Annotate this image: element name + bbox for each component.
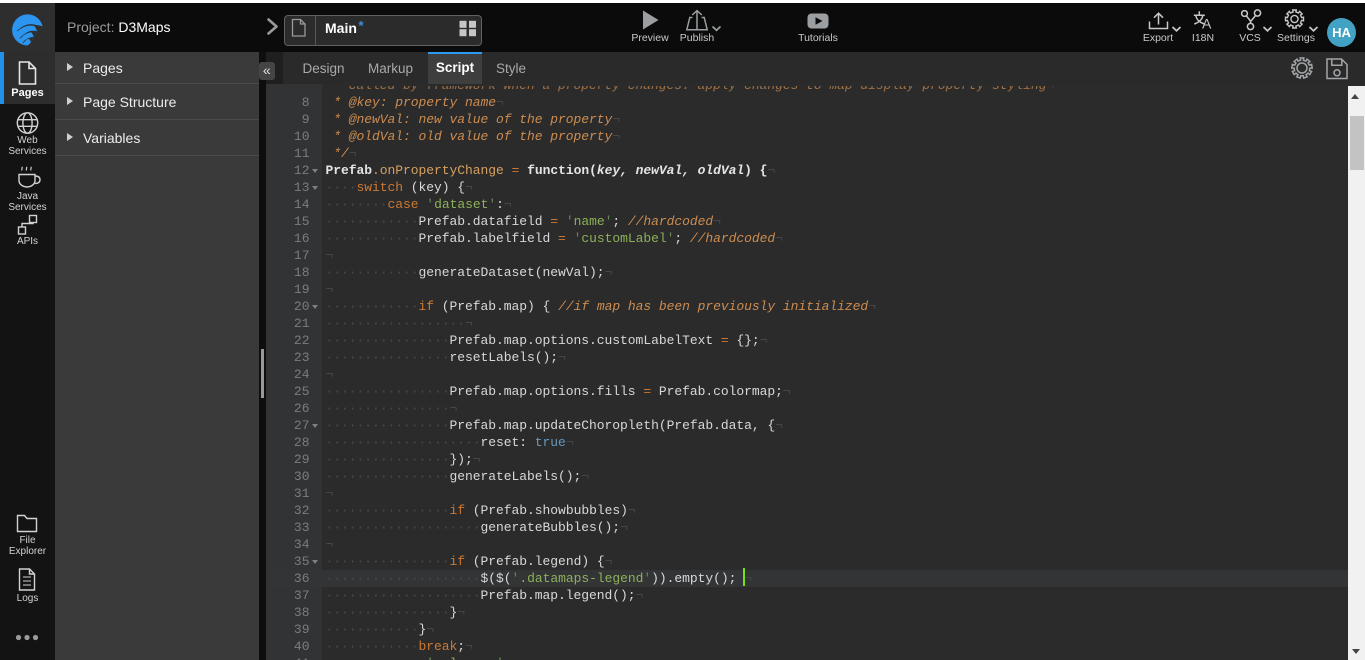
svg-text:A: A	[1202, 16, 1212, 32]
